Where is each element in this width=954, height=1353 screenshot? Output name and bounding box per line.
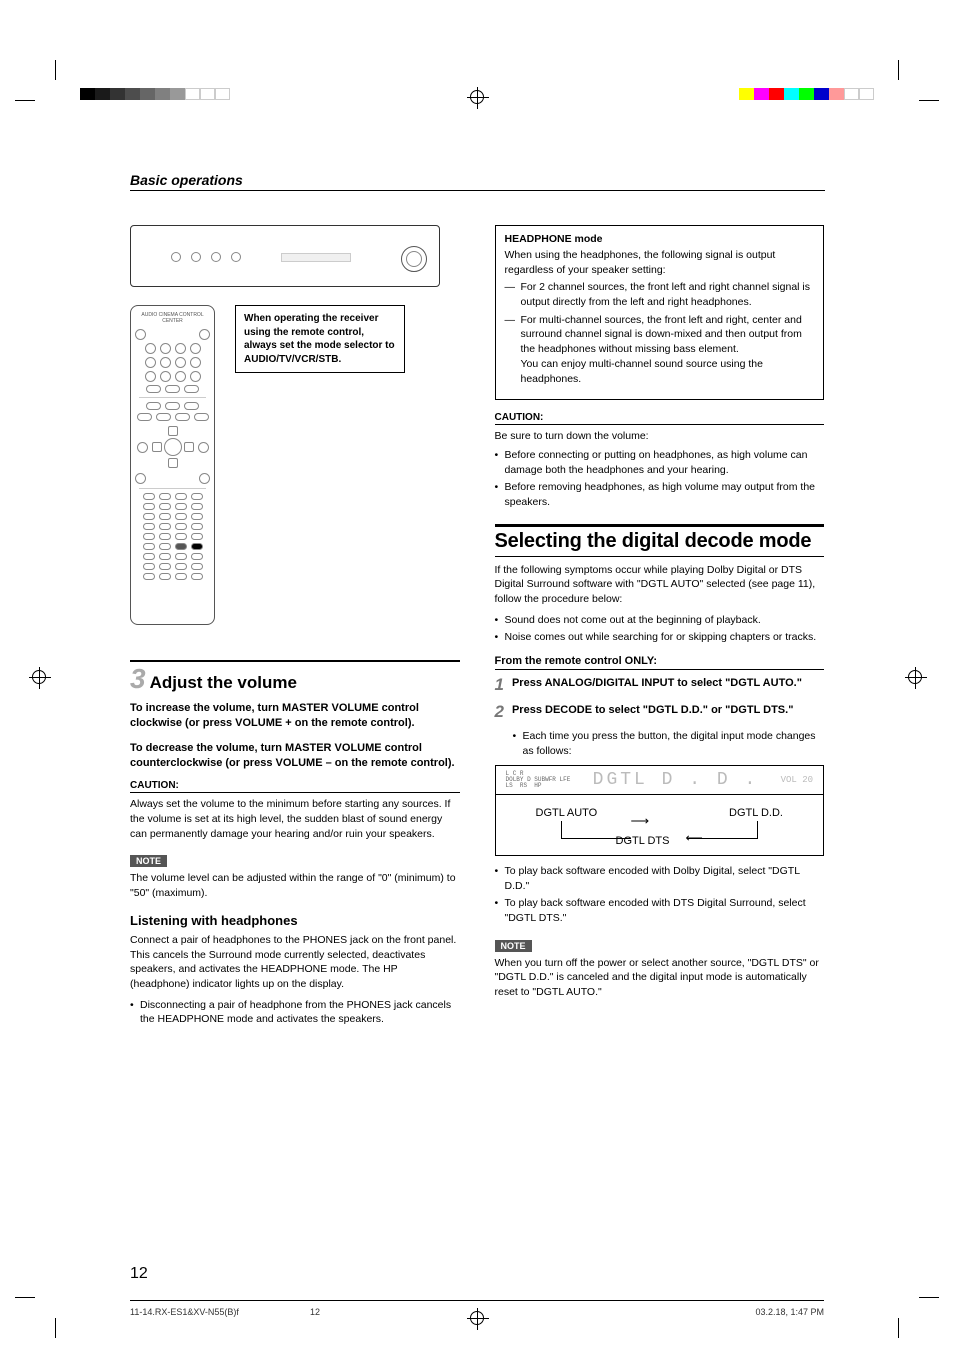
lcd-volume: VOL 20 [781, 775, 813, 785]
flow-dgtl-dd: DGTL D.D. [729, 807, 783, 819]
note-badge: NOTE [495, 940, 532, 952]
decode-symptom: Sound does not come out at the beginning… [495, 613, 825, 628]
step-text: Press ANALOG/DIGITAL INPUT to select "DG… [512, 676, 824, 695]
decrease-volume-text: To decrease the volume, turn MASTER VOLU… [130, 741, 460, 771]
decode-post: To play back software encoded with DTS D… [495, 896, 825, 925]
arrow-left-icon: ⟵ [686, 831, 703, 845]
footer-divider [130, 1300, 824, 1301]
increase-volume-text: To increase the volume, turn MASTER VOLU… [130, 701, 460, 731]
footer-file: 11-14.RX-ES1&XV-N55(B)f [130, 1307, 310, 1317]
footer-page: 12 [310, 1307, 550, 1317]
from-remote-label: From the remote control ONLY: [495, 655, 825, 670]
decode-step-2: 2 Press DECODE to select "DGTL D.D." or … [495, 703, 825, 722]
headphones-heading: Listening with headphones [130, 913, 460, 928]
receiver-illustration [130, 225, 440, 287]
footer: 11-14.RX-ES1&XV-N55(B)f 12 03.2.18, 1:47… [130, 1307, 824, 1317]
step-number: 2 [495, 703, 504, 722]
arrow-right-icon: ⟶ [631, 813, 650, 829]
remote-note: When operating the receiver using the re… [235, 305, 405, 373]
lcd-text: DGTL D . D . [593, 770, 759, 790]
step-number: 3 [130, 665, 146, 693]
caution-label: CAUTION: [130, 780, 460, 793]
hp-mode-item: For 2 channel sources, the front left an… [505, 280, 815, 309]
remote-illustration: AUDIO CINEMA CONTROL CENTER [130, 305, 215, 625]
right-column: HEADPHONE mode When using the headphones… [495, 170, 825, 1253]
caution-bullet: Before removing headphones, as high volu… [495, 480, 825, 509]
decode-step-sub: Each time you press the button, the digi… [513, 729, 825, 758]
note-text: The volume level can be adjusted within … [130, 871, 460, 900]
colorbar-left [80, 88, 230, 100]
headphones-bullet: Disconnecting a pair of headphone from t… [130, 998, 460, 1027]
step-text: Press DECODE to select "DGTL D.D." or "D… [512, 703, 824, 722]
registration-mark-icon [470, 90, 484, 104]
lcd-indicators: L C R DOLBY D SUBWFR LFE LS RS HP [506, 771, 571, 789]
caution-text: Always set the volume to the minimum bef… [130, 797, 460, 841]
headphone-mode-intro: When using the headphones, the following… [505, 248, 815, 277]
decode-mode-title: Selecting the digital decode mode [495, 524, 825, 557]
step-number: 1 [495, 676, 504, 695]
page-number: 12 [130, 1265, 148, 1283]
headphone-mode-box: HEADPHONE mode When using the headphones… [495, 225, 825, 400]
decode-note-text: When you turn off the power or select an… [495, 956, 825, 1000]
headphones-p1: Connect a pair of headphones to the PHON… [130, 933, 460, 992]
decode-post: To play back software encoded with Dolby… [495, 864, 825, 893]
step-3-heading: 3 Adjust the volume [130, 660, 460, 693]
hp-mode-item: For multi-channel sources, the front lef… [505, 313, 815, 386]
registration-mark-icon [32, 670, 46, 684]
step-title: Adjust the volume [150, 673, 297, 693]
headphone-mode-title: HEADPHONE mode [505, 233, 815, 245]
caution-bullet: Before connecting or putting on headphon… [495, 448, 825, 477]
volume-knob-icon [401, 246, 427, 272]
lcd-diagram: L C R DOLBY D SUBWFR LFE LS RS HP DGTL D… [495, 765, 825, 856]
caution-label: CAUTION: [495, 412, 825, 425]
decode-symptom: Noise comes out while searching for or s… [495, 630, 825, 645]
note-badge: NOTE [130, 855, 167, 867]
flow-dgtl-auto: DGTL AUTO [536, 807, 598, 819]
decode-step-1: 1 Press ANALOG/DIGITAL INPUT to select "… [495, 676, 825, 695]
caution-intro: Be sure to turn down the volume: [495, 429, 825, 444]
flow-dgtl-dts: DGTL DTS [616, 835, 670, 847]
left-column: AUDIO CINEMA CONTROL CENTER [130, 170, 460, 1253]
colorbar-right [739, 88, 874, 100]
decode-intro: If the following symptoms occur while pl… [495, 563, 825, 607]
registration-mark-icon [908, 670, 922, 684]
footer-date: 03.2.18, 1:47 PM [755, 1307, 824, 1317]
